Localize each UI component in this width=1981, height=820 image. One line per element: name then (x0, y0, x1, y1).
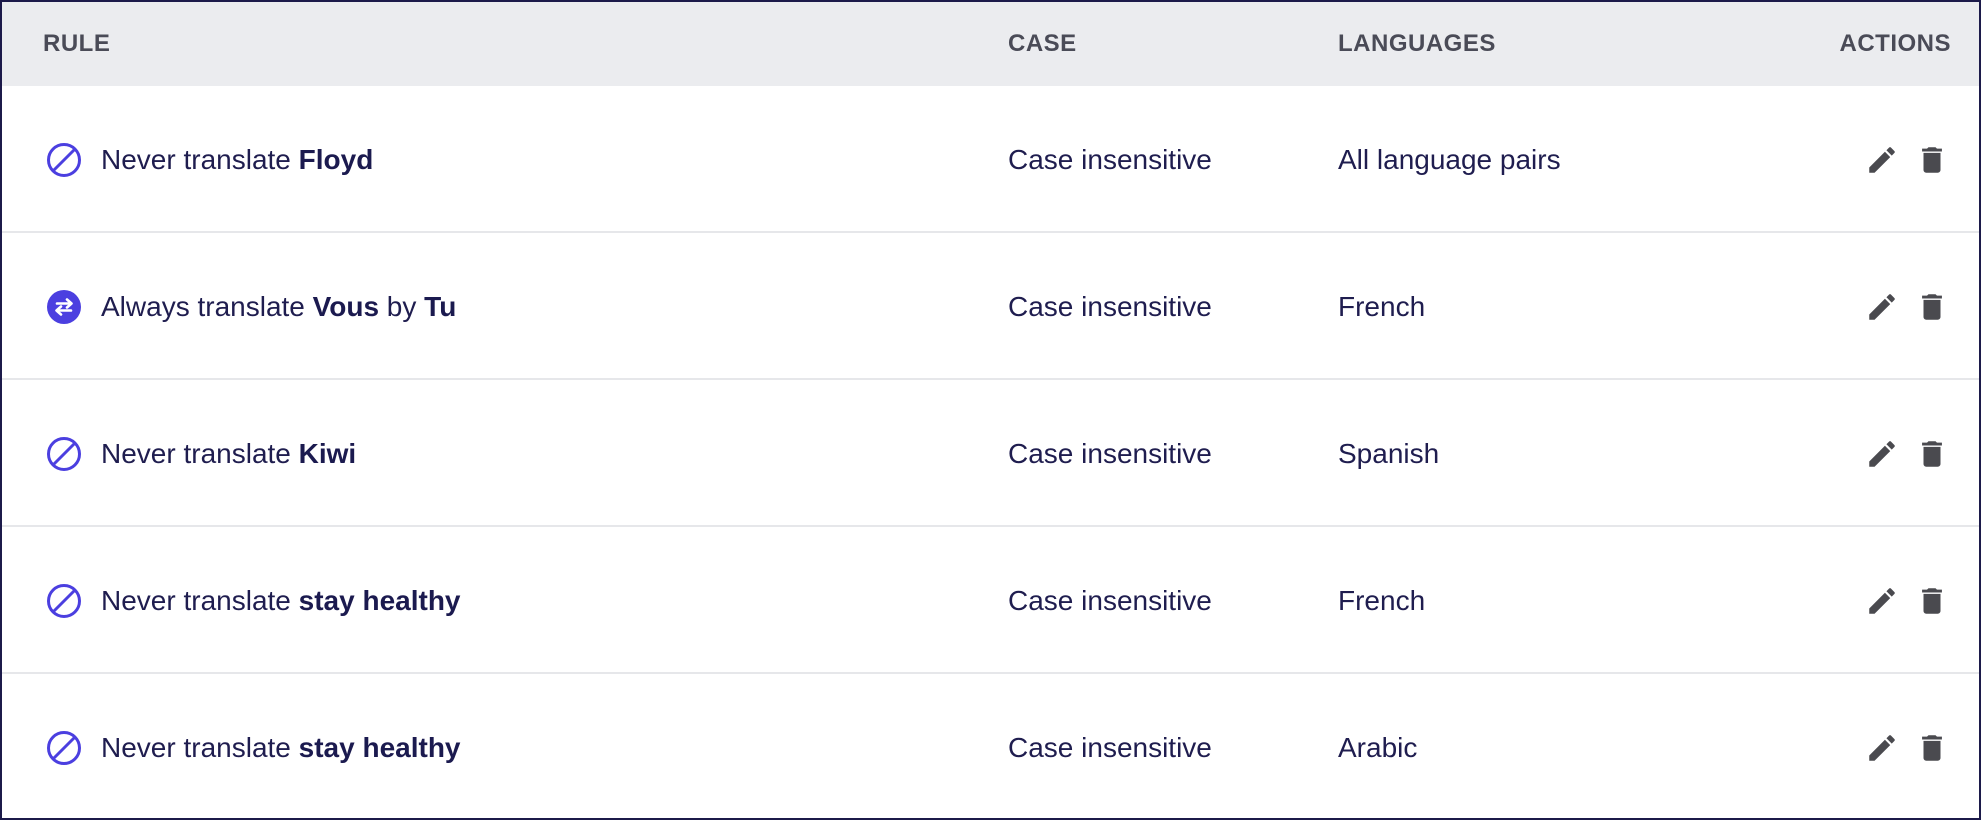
languages-cell: Arabic (1338, 731, 1418, 763)
prohibit-icon (46, 583, 82, 619)
actions-cell (1865, 233, 1949, 380)
rule-text: Never translate Kiwi (101, 438, 356, 470)
rule-text: Never translate stay healthy (101, 585, 461, 617)
trash-icon[interactable] (1915, 437, 1949, 471)
actions-cell (1865, 674, 1949, 818)
prohibit-icon (46, 436, 82, 472)
swap-arrows-icon (46, 289, 82, 325)
languages-cell: French (1338, 584, 1426, 616)
actions-cell (1865, 527, 1949, 674)
rule-term: stay healthy (298, 584, 461, 616)
column-header-actions: ACTIONS (1839, 30, 1951, 57)
rule-prefix: Never translate (101, 584, 299, 616)
actions-cell (1865, 86, 1949, 233)
table-header: RULE CASE LANGUAGES ACTIONS (2, 2, 1979, 86)
actions-cell (1865, 380, 1949, 527)
languages-cell: All language pairs (1338, 143, 1561, 175)
pencil-icon[interactable] (1865, 584, 1899, 618)
rule-prefix: Never translate (101, 731, 299, 763)
pencil-icon[interactable] (1865, 290, 1899, 324)
column-header-rule: RULE (43, 30, 111, 57)
trash-icon[interactable] (1915, 584, 1949, 618)
table-row: Never translate Kiwi Case insensitive Sp… (2, 380, 1979, 527)
case-cell: Case insensitive (1008, 143, 1212, 175)
table-row: Never translate stay healthy Case insens… (2, 527, 1979, 674)
rule-cell: Always translate Vous by Tu (46, 233, 456, 380)
rule-connector: by (379, 290, 425, 322)
table-row: Always translate Vous by Tu Case insensi… (2, 233, 1979, 380)
rule-prefix: Never translate (101, 437, 299, 469)
pencil-icon[interactable] (1865, 143, 1899, 177)
rule-cell: Never translate stay healthy (46, 527, 461, 674)
rule-term: Kiwi (298, 437, 357, 469)
rules-table-panel: RULE CASE LANGUAGES ACTIONS Never transl… (0, 0, 1981, 820)
case-cell: Case insensitive (1008, 584, 1212, 616)
rule-text: Never translate Floyd (101, 144, 373, 176)
trash-icon[interactable] (1915, 290, 1949, 324)
table-row: Never translate Floyd Case insensitive A… (2, 86, 1979, 233)
rule-text: Never translate stay healthy (101, 732, 461, 764)
languages-cell: French (1338, 290, 1426, 322)
case-cell: Case insensitive (1008, 731, 1212, 763)
rule-prefix: Always translate (101, 290, 313, 322)
case-cell: Case insensitive (1008, 437, 1212, 469)
rule-term: Floyd (298, 143, 374, 175)
rule-text: Always translate Vous by Tu (101, 291, 456, 323)
rule-term: stay healthy (298, 731, 461, 763)
rule-cell: Never translate Kiwi (46, 380, 356, 527)
rule-prefix: Never translate (101, 143, 299, 175)
case-cell: Case insensitive (1008, 290, 1212, 322)
table-body: Never translate Floyd Case insensitive A… (2, 86, 1979, 818)
rule-term: Vous (312, 290, 380, 322)
languages-cell: Spanish (1338, 437, 1440, 469)
trash-icon[interactable] (1915, 143, 1949, 177)
column-header-languages: LANGUAGES (1338, 30, 1496, 57)
table-row: Never translate stay healthy Case insens… (2, 674, 1979, 818)
prohibit-icon (46, 730, 82, 766)
rule-cell: Never translate stay healthy (46, 674, 461, 818)
rule-replacement: Tu (424, 290, 457, 322)
trash-icon[interactable] (1915, 731, 1949, 765)
column-header-case: CASE (1008, 30, 1077, 57)
prohibit-icon (46, 142, 82, 178)
pencil-icon[interactable] (1865, 437, 1899, 471)
pencil-icon[interactable] (1865, 731, 1899, 765)
rule-cell: Never translate Floyd (46, 86, 373, 233)
